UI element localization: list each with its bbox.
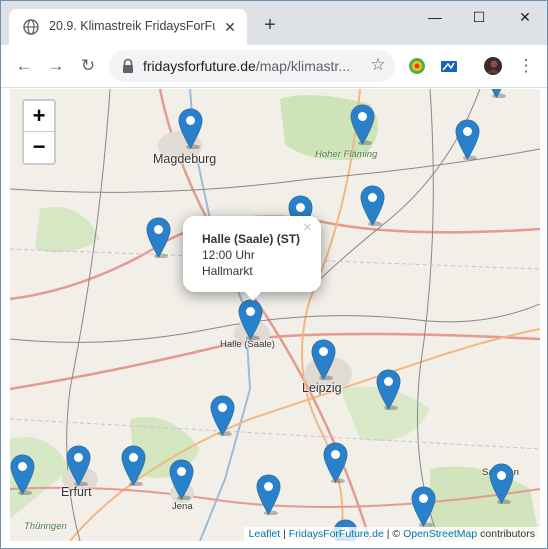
popup-tip xyxy=(244,291,262,301)
url-domain: fridaysforfuture.de xyxy=(143,58,256,74)
attribution-separator: | xyxy=(280,528,289,540)
map-marker-icon[interactable] xyxy=(121,445,146,486)
zoom-control: + − xyxy=(22,99,56,165)
map-marker-icon[interactable] xyxy=(484,89,509,98)
city-label: Halle (Saale) xyxy=(220,339,275,350)
tab-close-icon[interactable]: ✕ xyxy=(221,18,239,36)
popup-place: Hallmarkt xyxy=(202,264,253,278)
url-path: /map/klimastr... xyxy=(255,58,350,74)
minimize-button[interactable]: — xyxy=(419,7,451,27)
region-label: Thüringen xyxy=(24,521,67,532)
map-marker-icon[interactable] xyxy=(146,217,171,258)
zoom-out-button[interactable]: − xyxy=(24,132,54,162)
map-marker-icon[interactable] xyxy=(411,486,436,527)
menu-button[interactable]: ⋮ xyxy=(513,53,539,79)
region-label: Hoher Fläming xyxy=(315,149,378,160)
popup-time: 12:00 Uhr xyxy=(202,248,255,262)
openstreetmap-link[interactable]: OpenStreetMap xyxy=(403,528,477,540)
tab-title: 20.9. Klimastreik FridaysForFuture xyxy=(49,19,215,33)
map-marker-icon[interactable] xyxy=(238,299,263,340)
map-marker-icon[interactable] xyxy=(169,459,194,500)
fridaysforfuture-link[interactable]: FridaysForFuture.de xyxy=(289,528,384,540)
city-label: Magdeburg xyxy=(153,152,217,166)
back-button[interactable]: ← xyxy=(11,53,37,79)
attribution-suffix: contributors xyxy=(477,528,535,540)
attribution-separator-2: | © xyxy=(383,528,404,540)
browser-toolbar: ← → ↻ fridaysforfuture.de/map/klimastr..… xyxy=(1,45,547,88)
forward-button[interactable]: → xyxy=(43,53,69,79)
city-label: Jena xyxy=(172,501,193,512)
city-label: Erfurt xyxy=(61,485,92,499)
map-view[interactable]: MagdeburgHalle (Saale)LeipzigErfurtJenaS… xyxy=(10,89,540,541)
zoom-in-button[interactable]: + xyxy=(24,101,54,132)
browser-window: 20.9. Klimastreik FridaysForFuture ✕ + —… xyxy=(0,0,548,549)
url-text: fridaysforfuture.de/map/klimastr... xyxy=(143,58,363,74)
map-marker-icon[interactable] xyxy=(178,108,203,149)
globe-icon xyxy=(23,19,39,35)
map-marker-icon[interactable] xyxy=(210,395,235,436)
city-label: Leipzig xyxy=(302,381,342,395)
map-marker-icon[interactable] xyxy=(360,185,385,226)
lock-icon xyxy=(123,58,133,73)
map-marker-icon[interactable] xyxy=(350,104,375,145)
title-bar: 20.9. Klimastreik FridaysForFuture ✕ + —… xyxy=(1,1,547,45)
event-popup: × Halle (Saale) (ST) 12:00 Uhr Hallmarkt xyxy=(183,216,321,292)
popup-title: Halle (Saale) (ST) xyxy=(202,232,301,246)
bookmark-star-icon[interactable]: ☆ xyxy=(367,55,389,75)
browser-tab[interactable]: 20.9. Klimastreik FridaysForFuture ✕ xyxy=(9,9,247,45)
window-close-button[interactable]: ✕ xyxy=(509,7,541,27)
reload-button[interactable]: ↻ xyxy=(75,53,101,79)
address-bar[interactable]: fridaysforfuture.de/map/klimastr... ☆ xyxy=(109,50,395,82)
new-tab-button[interactable]: + xyxy=(259,14,281,36)
map-marker-icon[interactable] xyxy=(311,339,336,380)
map-marker-icon[interactable] xyxy=(323,442,348,483)
extension-icon-2[interactable] xyxy=(439,56,459,76)
profile-avatar[interactable] xyxy=(483,56,503,76)
map-marker-icon[interactable] xyxy=(10,454,35,495)
map-marker-icon[interactable] xyxy=(489,463,514,504)
map-marker-icon[interactable] xyxy=(66,445,91,486)
map-attribution: Leaflet | FridaysForFuture.de | © OpenSt… xyxy=(243,527,540,541)
map-marker-icon[interactable] xyxy=(256,474,281,515)
popup-close-icon[interactable]: × xyxy=(303,219,312,236)
map-marker-icon[interactable] xyxy=(376,369,401,410)
maximize-button[interactable]: ☐ xyxy=(463,7,495,27)
leaflet-link[interactable]: Leaflet xyxy=(249,528,281,540)
extension-icon[interactable] xyxy=(407,56,427,76)
map-marker-icon[interactable] xyxy=(455,119,480,160)
